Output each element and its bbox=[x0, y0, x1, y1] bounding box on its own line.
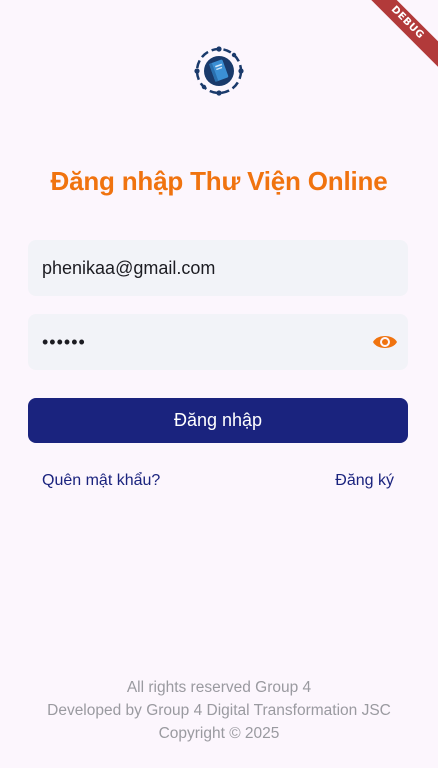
email-field[interactable]: phenikaa@gmail.com bbox=[28, 240, 408, 296]
password-value: •••••• bbox=[42, 332, 86, 352]
email-value: phenikaa@gmail.com bbox=[42, 258, 216, 278]
forgot-password-link[interactable]: Quên mật khẩu? bbox=[42, 470, 160, 492]
login-button[interactable]: Đăng nhập bbox=[28, 398, 408, 443]
footer-rights: All rights reserved Group 4 bbox=[126, 679, 312, 696]
page-title: Đăng nhập Thư Viện Online bbox=[50, 166, 388, 196]
eye-icon[interactable] bbox=[372, 331, 398, 353]
book-globe-icon bbox=[193, 45, 245, 97]
footer-developer: Developed by Group 4 Digital Transformat… bbox=[47, 702, 391, 719]
debug-banner: DEBUG bbox=[354, 0, 438, 76]
login-screen: DEBUG Đăng nhập Thư Viện Online phenikaa… bbox=[0, 0, 438, 768]
password-field[interactable]: •••••• bbox=[28, 314, 408, 370]
footer: All rights reserved Group 4 Developed by… bbox=[0, 676, 438, 745]
register-link[interactable]: Đăng ký bbox=[335, 470, 394, 492]
footer-copyright: Copyright © 2025 bbox=[158, 725, 280, 742]
